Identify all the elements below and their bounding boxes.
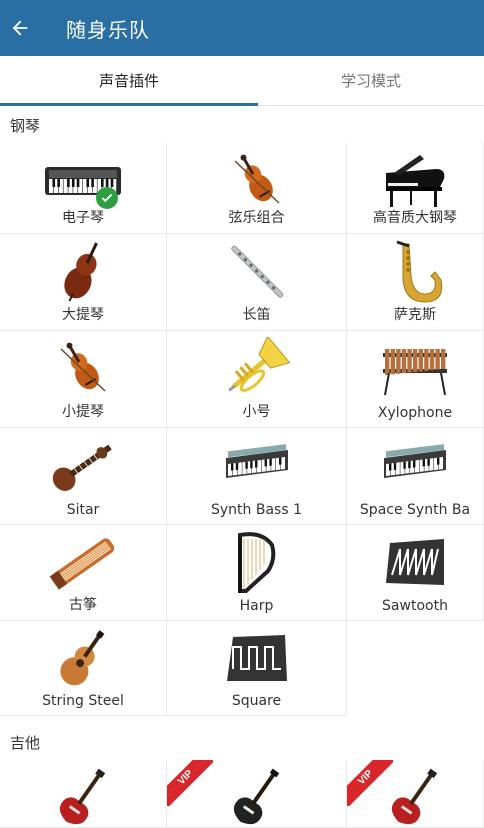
instrument-tile[interactable]: Xylophone <box>347 331 484 428</box>
tab-bar: 声音插件 学习模式 <box>0 56 484 106</box>
xylophone-icon <box>347 337 483 401</box>
instrument-tile[interactable]: Synth Bass 1 <box>167 428 347 525</box>
instrument-label: Sitar <box>66 502 100 518</box>
instrument-tile[interactable] <box>0 760 167 828</box>
instrument-label: Synth Bass 1 <box>211 502 302 518</box>
instrument-tile[interactable]: Sawtooth <box>347 525 484 621</box>
instrument-label: 弦乐组合 <box>228 210 285 226</box>
instrument-label: String Steel <box>42 693 124 709</box>
app-bar: 随身乐队 <box>0 0 484 56</box>
instrument-label: 古筝 <box>69 597 97 613</box>
instrument-label: Xylophone <box>377 405 453 421</box>
instrument-label: Harp <box>239 598 274 614</box>
square-wave-icon <box>167 627 346 691</box>
back-button[interactable] <box>0 0 40 56</box>
vip-badge: VIP <box>347 760 393 806</box>
instrument-tile[interactable]: VIP <box>167 760 347 828</box>
page-title: 随身乐队 <box>66 17 150 42</box>
instrument-label: Space Synth Ba <box>359 502 471 518</box>
instrument-tile[interactable]: 小提琴 <box>0 331 167 428</box>
instrument-grid-guitar: VIP VIP <box>0 760 484 828</box>
instrument-label: 电子琴 <box>62 210 104 226</box>
guzheng-icon <box>0 531 166 595</box>
instrument-tile[interactable]: 电子琴 <box>0 143 167 234</box>
instrument-tile[interactable]: Square <box>167 621 347 716</box>
instrument-label: Square <box>231 693 282 709</box>
section-header-piano: 钢琴 <box>0 107 484 143</box>
vip-badge: VIP <box>167 760 213 806</box>
selected-check-icon <box>96 187 118 209</box>
violin-icon <box>0 337 166 401</box>
instrument-tile[interactable]: 高音质大钢琴 <box>347 143 484 234</box>
instrument-label: 小号 <box>242 404 271 420</box>
instrument-tile[interactable]: 小号 <box>167 331 347 428</box>
trumpet-icon <box>167 337 346 401</box>
sawtooth-wave-icon <box>347 531 483 595</box>
keyboard-icon <box>0 149 166 213</box>
vip-ribbon-text: VIP <box>347 760 393 806</box>
tab-learning-mode[interactable]: 学习模式 <box>258 56 484 105</box>
arrow-left-icon <box>12 20 28 36</box>
vip-ribbon-text: VIP <box>167 760 213 806</box>
instrument-tile[interactable]: 大提琴 <box>0 234 167 331</box>
instrument-label: Sawtooth <box>382 598 448 614</box>
instrument-label: 大提琴 <box>62 307 104 323</box>
instrument-label: 高音质大钢琴 <box>373 210 457 226</box>
violin-icon <box>167 149 346 213</box>
tab-sound-plugins[interactable]: 声音插件 <box>0 56 258 106</box>
sitar-icon <box>0 434 166 498</box>
instrument-grid-piano: 电子琴 弦乐组合 高音质大钢琴大提琴 长笛 萨克斯小提琴 小号 Xylophone Sitar… <box>0 143 484 716</box>
acoustic-guitar-icon <box>0 627 166 691</box>
instrument-tile[interactable]: Harp <box>167 525 347 621</box>
instrument-label: 长笛 <box>242 307 271 323</box>
flute-icon <box>167 240 346 304</box>
instrument-tile[interactable]: VIP <box>347 760 484 828</box>
instrument-tile[interactable]: Space Synth Ba <box>347 428 484 525</box>
grand-piano-icon <box>347 149 483 213</box>
synth-icon <box>167 434 346 498</box>
electric-guitar-icon <box>0 766 166 827</box>
instrument-label: 小提琴 <box>62 404 104 420</box>
cello-icon <box>0 240 166 304</box>
saxophone-icon <box>347 240 483 304</box>
instrument-tile[interactable]: 弦乐组合 <box>167 143 347 234</box>
instrument-tile[interactable]: 长笛 <box>167 234 347 331</box>
harp-icon <box>167 531 346 595</box>
synth-icon <box>347 434 483 498</box>
instrument-tile[interactable]: Sitar <box>0 428 167 525</box>
instrument-tile[interactable]: 古筝 <box>0 525 167 621</box>
section-header-guitar: 吉他 <box>0 724 484 760</box>
instrument-tile[interactable]: String Steel <box>0 621 167 716</box>
instrument-label: 萨克斯 <box>394 307 436 323</box>
instrument-tile[interactable]: 萨克斯 <box>347 234 484 331</box>
